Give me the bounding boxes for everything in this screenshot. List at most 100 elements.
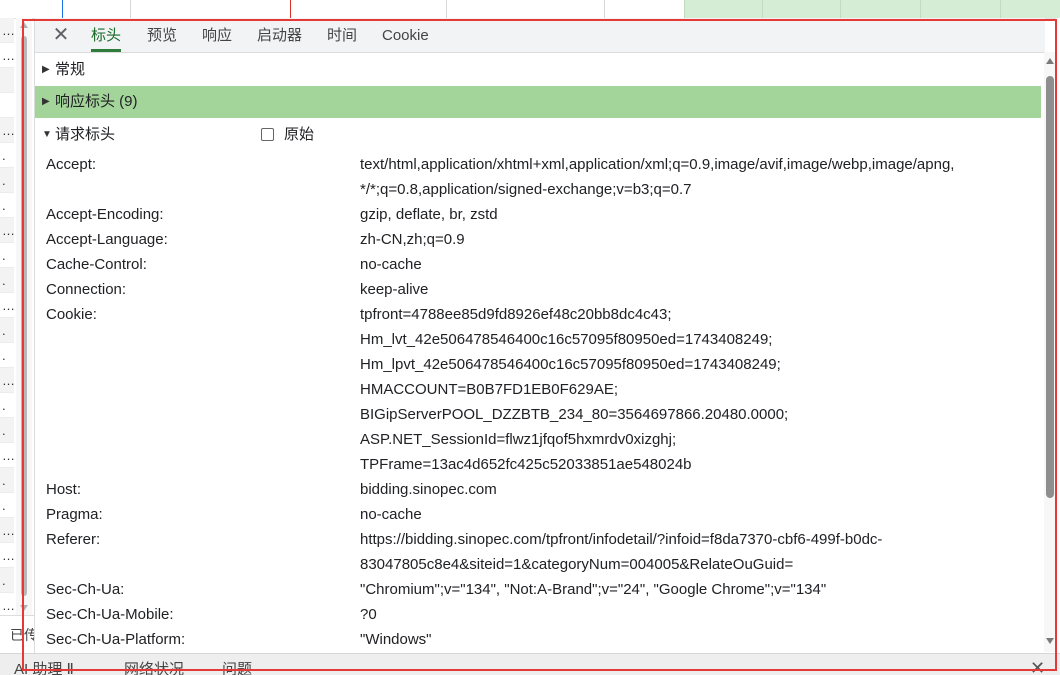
request-row[interactable]: … — [0, 543, 14, 568]
scroll-up-arrow-icon[interactable] — [1046, 58, 1054, 64]
request-details-panel: ✕ 标头 预览 响应 启动器 时间 Cookie ▶ 常规 ▶ 响应标头 (9)… — [34, 18, 1045, 653]
header-value-line: tpfront=4788ee85d9fd8926ef48c20bb8dc4c43… — [360, 306, 672, 323]
header-name: Referer: — [46, 531, 101, 548]
raw-checkbox-label[interactable]: 原始 — [284, 119, 314, 151]
header-row: Pragma: no-cache — [35, 502, 1041, 527]
drawer-tab-issues[interactable]: 问题 — [222, 660, 252, 675]
tab-initiator[interactable]: 启动器 — [257, 18, 302, 52]
header-value: no-cache — [360, 502, 1030, 527]
request-row[interactable] — [0, 68, 14, 93]
triangle-down-icon: ▼ — [42, 129, 52, 140]
header-value-line: gzip, deflate, br, zstd — [360, 206, 498, 223]
request-row[interactable]: . — [0, 568, 14, 593]
request-row[interactable]: … — [0, 18, 14, 43]
header-value-line: "Chromium";v="134", "Not:A-Brand";v="24"… — [360, 581, 827, 598]
header-name: Cookie: — [46, 306, 97, 323]
request-row[interactable]: … — [0, 43, 14, 68]
request-row[interactable]: … — [0, 593, 14, 615]
tab-cookie[interactable]: Cookie — [382, 18, 429, 52]
close-icon[interactable]: ✕ — [1030, 658, 1045, 675]
scroll-up-arrow-icon[interactable] — [20, 22, 28, 28]
header-row: Cache-Control: no-cache — [35, 252, 1041, 277]
request-row[interactable]: … — [0, 218, 14, 243]
tab-timing[interactable]: 时间 — [327, 18, 357, 52]
header-value-line: text/html,application/xhtml+xml,applicat… — [360, 156, 955, 173]
request-row[interactable]: … — [0, 443, 14, 468]
request-row[interactable]: . — [0, 468, 14, 493]
details-tab-bar: ✕ 标头 预览 响应 启动器 时间 Cookie — [35, 18, 1045, 53]
header-value: zh-CN,zh;q=0.9 — [360, 227, 1030, 252]
header-name: Accept: — [46, 156, 97, 173]
scroll-down-arrow-icon[interactable] — [20, 605, 28, 611]
request-row[interactable]: . — [0, 143, 14, 168]
window-edge — [1056, 18, 1060, 653]
section-request-headers-label: 请求标头 — [55, 126, 116, 143]
header-row: Sec-Ch-Ua: "Chromium";v="134", "Not:A-Bra… — [35, 577, 1041, 602]
header-row: Sec-Ch-Ua-Mobile: ?0 — [35, 602, 1041, 627]
drawer-tab-ai-assistant[interactable]: AI 助理 Ⅱ — [14, 660, 74, 675]
scrollbar-thumb[interactable] — [1046, 76, 1054, 498]
drawer-tab-network-conditions[interactable]: 网络状况 — [124, 660, 184, 675]
waterfall-cell — [604, 0, 685, 18]
request-row[interactable]: … — [0, 118, 14, 143]
request-row[interactable]: . — [0, 418, 14, 443]
section-response-headers[interactable]: ▶ 响应标头 (9) — [35, 86, 1041, 118]
request-row[interactable]: . — [0, 393, 14, 418]
header-value-line: https://bidding.sinopec.com/tpfront/info… — [360, 531, 883, 548]
header-value: keep-alive — [360, 277, 1030, 302]
header-value-line: */*;q=0.8,application/signed-exchange;v=… — [360, 181, 692, 198]
request-list-scrollbar[interactable] — [16, 18, 32, 615]
header-value-line: ASP.NET_SessionId=flwz1jfqof5hxmrdv0xizg… — [360, 431, 677, 448]
waterfall-bar — [684, 0, 763, 18]
request-row[interactable] — [0, 93, 14, 118]
header-name: Sec-Ch-Ua-Platform: — [46, 631, 186, 648]
header-value: tpfront=4788ee85d9fd8926ef48c20bb8dc4c43… — [360, 302, 1030, 477]
request-list[interactable]: ………...…..…..…..…..…….… — [0, 18, 14, 615]
header-name: Sec-Ch-Ua-Mobile: — [46, 606, 174, 623]
header-value-line: "Windows" — [360, 631, 432, 648]
header-row: Referer: https://bidding.sinopec.com/tpfr… — [35, 527, 1041, 577]
close-icon[interactable]: ✕ — [49, 22, 73, 48]
details-scrollbar[interactable] — [1044, 52, 1056, 652]
header-value: bidding.sinopec.com — [360, 477, 1030, 502]
header-value-line: 83047805c8e4&siteid=1&categoryNum=004005… — [360, 556, 794, 573]
header-row: Connection: keep-alive — [35, 277, 1041, 302]
request-row[interactable]: . — [0, 318, 14, 343]
header-name: Connection: — [46, 281, 127, 298]
waterfall-bar — [1000, 0, 1060, 18]
triangle-right-icon: ▶ — [42, 64, 50, 75]
scroll-down-arrow-icon[interactable] — [1046, 638, 1054, 644]
request-row[interactable]: . — [0, 268, 14, 293]
request-row[interactable]: . — [0, 493, 14, 518]
request-row[interactable]: … — [0, 368, 14, 393]
header-value-line: Hm_lvt_42e506478546400c16c57095f80950ed=… — [360, 331, 773, 348]
header-value: "Windows" — [360, 627, 1030, 652]
header-value-line: BIGipServerPOOL_DZZBTB_234_80=3564697866… — [360, 406, 789, 423]
request-row[interactable]: . — [0, 193, 14, 218]
header-value-line: HMACCOUNT=B0B7FD1EB0F629AE; — [360, 381, 619, 398]
header-value: https://bidding.sinopec.com/tpfront/info… — [360, 527, 1030, 577]
request-row[interactable]: . — [0, 168, 14, 193]
header-value: no-cache — [360, 252, 1030, 277]
header-row: Sec-Ch-Ua-Platform: "Windows" — [35, 627, 1041, 652]
tab-preview[interactable]: 预览 — [147, 18, 177, 52]
request-row[interactable]: . — [0, 243, 14, 268]
header-row: Accept-Encoding: gzip, deflate, br, zstd — [35, 202, 1041, 227]
triangle-right-icon: ▶ — [42, 96, 50, 107]
header-value: text/html,application/xhtml+xml,applicat… — [360, 152, 1030, 202]
section-general[interactable]: ▶ 常规 — [35, 54, 1041, 86]
header-value: "Chromium";v="134", "Not:A-Brand";v="24"… — [360, 577, 1030, 602]
request-row[interactable]: … — [0, 293, 14, 318]
tab-response[interactable]: 响应 — [202, 18, 232, 52]
request-row[interactable]: … — [0, 518, 14, 543]
waterfall-bar — [762, 0, 841, 18]
header-row: Accept: text/html,application/xhtml+xml,a… — [35, 152, 1041, 202]
tab-headers[interactable]: 标头 — [91, 18, 122, 52]
section-request-headers[interactable]: ▼ 请求标头 原始 — [35, 119, 1041, 151]
scrollbar-thumb[interactable] — [21, 36, 27, 596]
load-event-line — [290, 0, 291, 18]
raw-checkbox[interactable] — [261, 128, 274, 141]
header-value: gzip, deflate, br, zstd — [360, 202, 1030, 227]
request-row[interactable]: . — [0, 343, 14, 368]
header-value-line: zh-CN,zh;q=0.9 — [360, 231, 465, 248]
